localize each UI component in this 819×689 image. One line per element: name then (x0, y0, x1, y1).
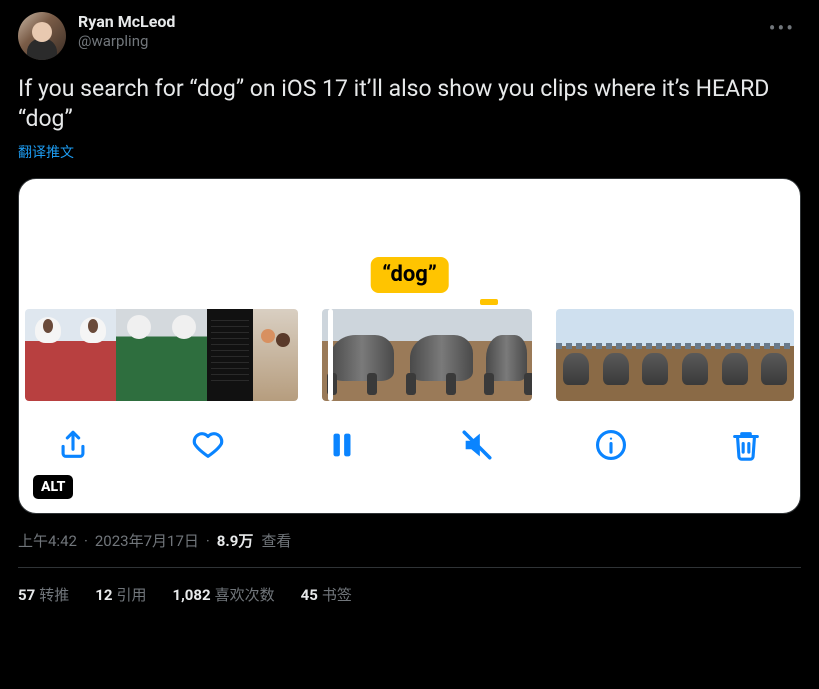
author-avatar[interactable] (18, 12, 66, 60)
bookmarks-stat[interactable]: 45书签 (301, 584, 352, 605)
video-frame (556, 309, 596, 401)
pause-button[interactable] (322, 425, 362, 465)
video-frame (207, 309, 253, 401)
views-count: 8.9万 (217, 530, 254, 551)
author-handle[interactable]: @warpling (78, 32, 763, 50)
pause-icon (325, 428, 359, 462)
info-button[interactable] (591, 425, 631, 465)
author-name-block: Ryan McLeod @warpling (78, 12, 763, 50)
search-term-badge: “dog” (370, 257, 449, 293)
retweets-stat[interactable]: 57转推 (18, 584, 69, 605)
timeline-marker (480, 299, 498, 305)
views-label: 查看 (261, 530, 291, 551)
video-frame (402, 309, 481, 401)
mute-button[interactable] (457, 425, 497, 465)
video-frame (596, 309, 636, 401)
quotes-label: 引用 (116, 586, 146, 604)
video-frame (675, 309, 715, 401)
bookmarks-count: 45 (301, 586, 318, 604)
video-frame (25, 309, 71, 401)
bookmarks-label: 书签 (322, 586, 352, 604)
delete-button[interactable] (726, 425, 766, 465)
video-frame (116, 309, 162, 401)
media-top-area: “dog” (19, 179, 800, 309)
author-display-name[interactable]: Ryan McLeod (78, 12, 763, 31)
share-button[interactable] (53, 425, 93, 465)
quotes-count: 12 (95, 586, 112, 604)
media-attachment[interactable]: “dog” (18, 178, 801, 514)
info-icon (594, 428, 628, 462)
trash-icon (729, 428, 763, 462)
clip-group-3[interactable] (556, 309, 794, 401)
likes-stat[interactable]: 1,082 喜欢次数 (172, 584, 274, 605)
clip-group-2[interactable] (322, 309, 532, 401)
media-controls (19, 401, 800, 465)
video-frame (162, 309, 208, 401)
video-frame (322, 309, 401, 401)
speaker-muted-icon (460, 428, 494, 462)
video-frame (636, 309, 676, 401)
video-frame (715, 309, 755, 401)
heart-icon (191, 428, 225, 462)
tweet-stats: 57转推 12引用 1,082 喜欢次数 45书签 (18, 568, 801, 605)
video-frame (754, 309, 794, 401)
video-frame (71, 309, 117, 401)
video-frame (481, 309, 533, 401)
tweet-header: Ryan McLeod @warpling ••• (18, 12, 801, 60)
translate-link[interactable]: 翻译推文 (18, 142, 801, 162)
meta-separator: · (84, 532, 88, 550)
likes-count: 1,082 (172, 586, 210, 604)
alt-text-badge[interactable]: ALT (33, 475, 73, 499)
tweet-time[interactable]: 上午4:42 (18, 530, 77, 551)
playhead[interactable] (328, 309, 333, 401)
likes-label: 喜欢次数 (215, 586, 275, 604)
retweets-label: 转推 (39, 586, 69, 604)
tweet-date[interactable]: 2023年7月17日 (95, 530, 199, 551)
like-button[interactable] (188, 425, 228, 465)
retweets-count: 57 (18, 586, 35, 604)
meta-separator: · (206, 532, 210, 550)
more-options-button[interactable]: ••• (763, 12, 801, 44)
share-icon (56, 428, 90, 462)
video-timeline[interactable] (19, 309, 800, 401)
quotes-stat[interactable]: 12引用 (95, 584, 146, 605)
clip-group-1[interactable] (25, 309, 298, 401)
tweet-text: If you search for “dog” on iOS 17 it’ll … (18, 74, 801, 134)
video-frame (253, 309, 299, 401)
tweet-container: Ryan McLeod @warpling ••• If you search … (0, 0, 819, 605)
tweet-metadata: 上午4:42 · 2023年7月17日 · 8.9万 查看 (18, 530, 801, 551)
